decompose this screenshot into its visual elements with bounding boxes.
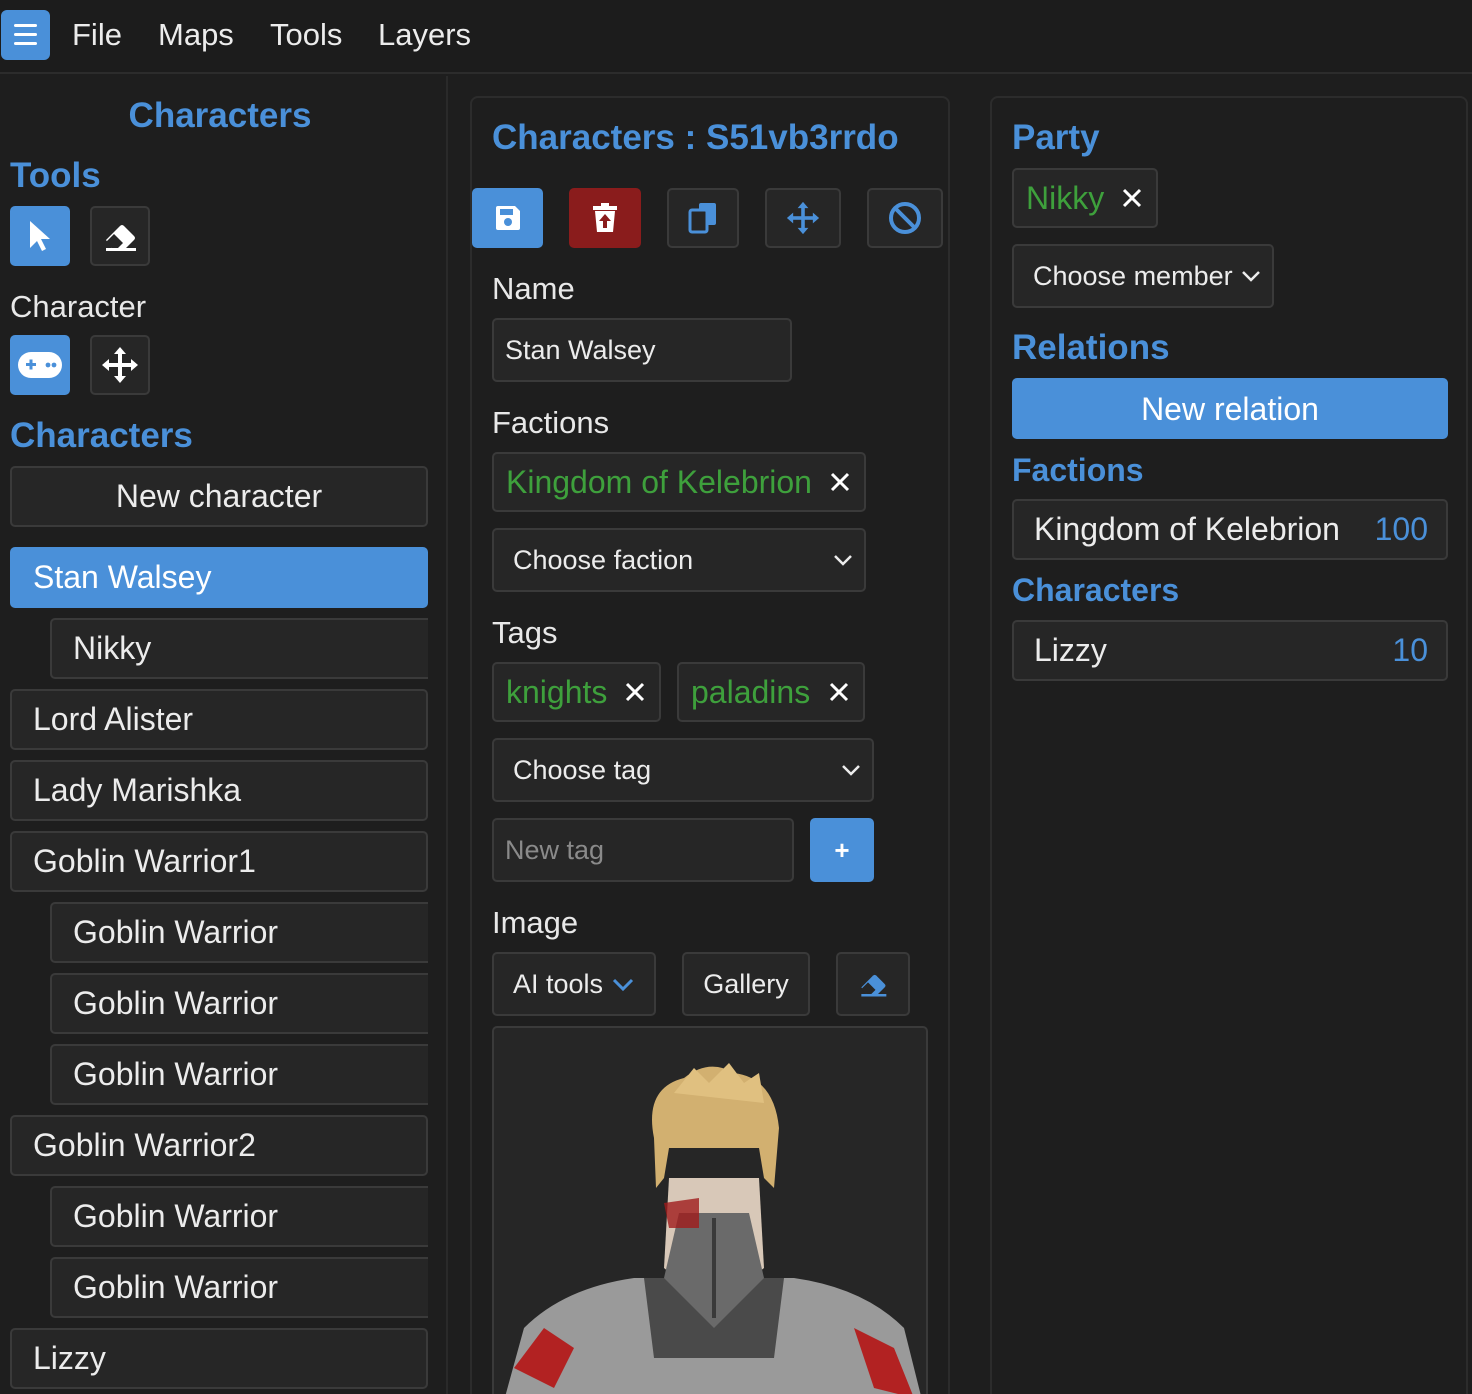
character-relation-value: 10	[1392, 632, 1428, 668]
copy-icon	[688, 203, 716, 234]
character-item[interactable]: Goblin Warrior	[50, 1186, 428, 1247]
move-arrows-icon	[102, 347, 138, 383]
ban-icon	[889, 202, 921, 234]
menu-file[interactable]: File	[72, 17, 122, 53]
factions-relations-heading: Factions	[1012, 452, 1144, 488]
clear-image-button[interactable]	[836, 952, 910, 1016]
editor-title: Characters : S51vb3rrdo	[492, 118, 899, 157]
delete-button[interactable]	[569, 188, 641, 248]
eraser-icon	[106, 225, 136, 251]
floppy-disk-icon	[495, 206, 520, 230]
character-item[interactable]: Nikky	[50, 618, 428, 679]
move-arrows-icon	[786, 201, 820, 235]
menu-maps[interactable]: Maps	[158, 17, 234, 53]
character-item[interactable]: Goblin Warrior	[50, 1257, 428, 1318]
faction-relation-name: Kingdom of Kelebrion	[1034, 511, 1340, 547]
characters-heading: Characters	[10, 416, 193, 455]
character-item[interactable]: Stan Walsey	[10, 547, 428, 608]
character-item[interactable]: Lord Alister	[10, 689, 428, 750]
name-label: Name	[492, 271, 575, 306]
chevron-down-icon	[612, 978, 634, 992]
tag-chip[interactable]: knights	[492, 662, 661, 722]
new-character-button[interactable]: New character	[10, 466, 428, 527]
new-relation-button[interactable]: New relation	[1012, 378, 1448, 439]
faction-chip-label: Kingdom of Kelebrion	[506, 464, 812, 500]
faction-relation-value: 100	[1374, 511, 1428, 547]
eraser-tool-button[interactable]	[90, 206, 150, 266]
pointer-icon	[30, 221, 50, 251]
close-icon[interactable]	[625, 682, 645, 702]
relations-heading: Relations	[1012, 328, 1170, 367]
faction-relation-row[interactable]: Kingdom of Kelebrion 100	[1012, 499, 1448, 560]
character-relation-name: Lizzy	[1034, 632, 1107, 668]
tag-select[interactable]: Choose tag	[492, 738, 874, 802]
gallery-button[interactable]: Gallery	[682, 952, 810, 1016]
character-portrait	[492, 1026, 928, 1394]
tag-select-value: Choose tag	[513, 755, 652, 785]
member-select-value: Choose member	[1033, 261, 1233, 291]
name-input[interactable]: Stan Walsey	[492, 318, 792, 382]
character-item[interactable]: Goblin Warrior1	[10, 831, 428, 892]
ai-tools-label: AI tools	[513, 969, 604, 999]
menu-tools[interactable]: Tools	[270, 17, 342, 53]
move-tool-button[interactable]	[90, 335, 150, 395]
character-heading: Character	[10, 289, 147, 324]
add-tag-button[interactable]: +	[810, 818, 874, 882]
gamepad-tool-button[interactable]	[10, 335, 70, 395]
move-button[interactable]	[765, 188, 841, 248]
cancel-button[interactable]	[867, 188, 943, 248]
character-relation-row[interactable]: Lizzy 10	[1012, 620, 1448, 681]
duplicate-button[interactable]	[667, 188, 739, 248]
chevron-down-icon	[834, 555, 852, 566]
ai-tools-button[interactable]: AI tools	[492, 952, 656, 1016]
tools-heading: Tools	[10, 156, 101, 195]
character-item[interactable]: Goblin Warrior	[50, 973, 428, 1034]
party-member-chip[interactable]: Nikky	[1012, 168, 1158, 228]
eraser-icon	[861, 974, 887, 997]
close-icon[interactable]	[830, 472, 850, 492]
close-icon[interactable]	[1122, 188, 1142, 208]
character-item[interactable]: Lady Marishka	[10, 760, 428, 821]
save-button[interactable]	[472, 188, 543, 248]
tag-chip-label: knights	[506, 674, 608, 710]
tags-label: Tags	[492, 615, 558, 650]
character-item[interactable]: Lizzy	[10, 1328, 428, 1389]
hamburger-menu-button[interactable]	[1, 10, 50, 60]
character-item[interactable]: Goblin Warrior	[50, 1044, 428, 1105]
chevron-down-icon	[1242, 271, 1260, 282]
tag-chip-label: paladins	[691, 674, 811, 710]
tag-chip[interactable]: paladins	[677, 662, 865, 722]
sidebar-title: Characters	[128, 96, 312, 135]
member-select[interactable]: Choose member	[1012, 244, 1274, 308]
menu-bar: File Maps Tools Layers	[0, 0, 1472, 74]
factions-label: Factions	[492, 405, 610, 440]
characters-relations-heading: Characters	[1012, 572, 1180, 608]
knight-portrait-image	[505, 1063, 921, 1394]
select-tool-button[interactable]	[10, 206, 70, 266]
image-label: Image	[492, 905, 579, 940]
close-icon[interactable]	[829, 682, 849, 702]
faction-chip[interactable]: Kingdom of Kelebrion	[492, 452, 866, 512]
menu-layers[interactable]: Layers	[378, 17, 471, 53]
faction-select[interactable]: Choose faction	[492, 528, 866, 592]
gamepad-icon	[18, 352, 62, 378]
chevron-down-icon	[842, 765, 860, 776]
party-member-label: Nikky	[1026, 180, 1105, 216]
faction-select-value: Choose faction	[513, 545, 694, 575]
character-item[interactable]: Goblin Warrior2	[10, 1115, 428, 1176]
character-item[interactable]: Goblin Warrior	[50, 902, 428, 963]
trash-upload-icon	[593, 203, 617, 232]
party-heading: Party	[1012, 118, 1100, 157]
new-tag-input[interactable]: New tag	[492, 818, 794, 882]
